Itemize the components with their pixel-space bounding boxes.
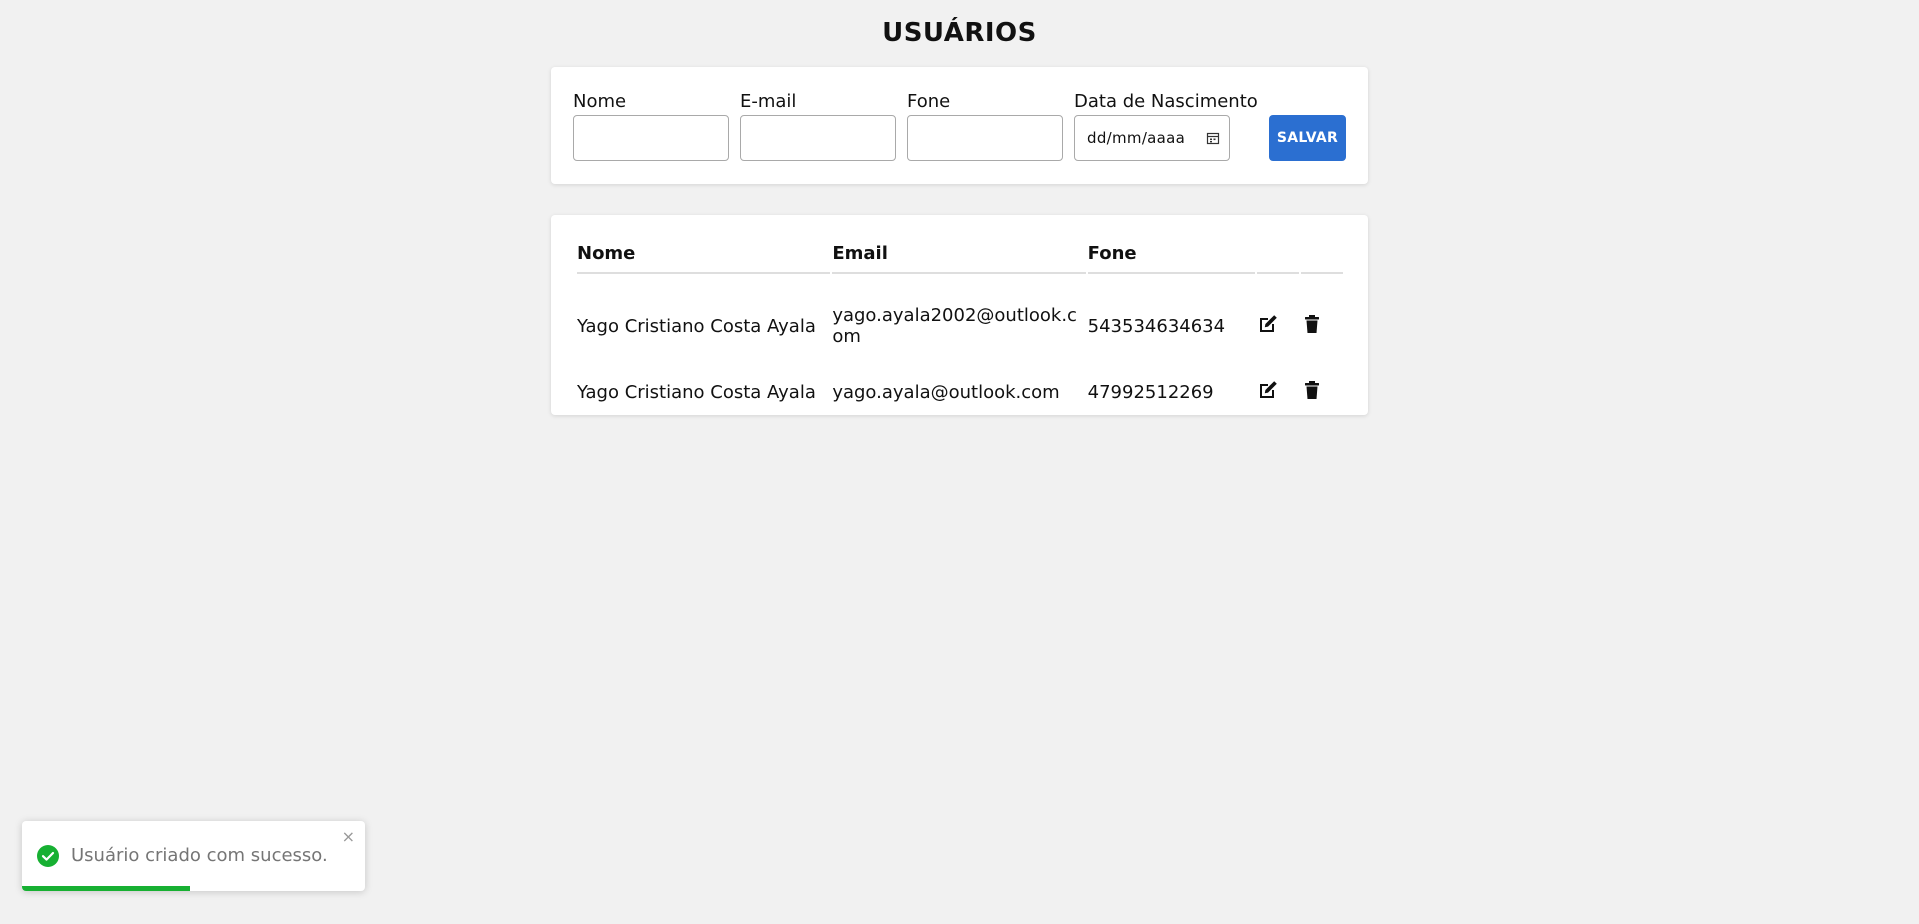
cell-fone: 47992512269: [1087, 381, 1214, 403]
toast-progress-bar: [22, 886, 191, 891]
cell-fone: 543534634634: [1087, 315, 1226, 337]
fone-input[interactable]: [907, 115, 1063, 161]
edit-icon[interactable]: [1257, 313, 1279, 335]
table-row: Yago Cristiano Costa Ayala yago.ayala200…: [577, 274, 1343, 370]
nome-field-group: Nome: [573, 91, 729, 161]
trash-icon[interactable]: [1301, 313, 1323, 335]
cell-edit: [1257, 370, 1299, 414]
cell-nome: Yago Cristiano Costa Ayala: [577, 381, 816, 403]
column-header-email: Email: [832, 239, 1086, 274]
email-label: E-mail: [740, 91, 797, 112]
nascimento-label: Data de Nascimento: [1074, 91, 1258, 112]
nascimento-field-group: Data de Nascimento dd/mm/aaaa: [1074, 91, 1258, 161]
nome-label: Nome: [573, 91, 627, 112]
close-icon[interactable]: ×: [342, 829, 355, 845]
cell-edit: [1257, 274, 1299, 370]
email-input[interactable]: [740, 115, 896, 161]
table-row: Yago Cristiano Costa Ayala yago.ayala@ou…: [577, 370, 1343, 414]
email-field-group: E-mail: [740, 91, 896, 161]
toast-message: Usuário criado com sucesso.: [71, 845, 328, 866]
cell-email: yago.ayala2002@outlook.com: [832, 305, 1077, 347]
users-table: Nome Email Fone Yago Cristiano Costa Aya…: [575, 239, 1345, 414]
nome-input[interactable]: [573, 115, 729, 161]
calendar-icon[interactable]: [1206, 131, 1220, 145]
nascimento-date-input[interactable]: dd/mm/aaaa: [1074, 115, 1230, 161]
trash-icon[interactable]: [1301, 379, 1323, 401]
date-placeholder: dd/mm/aaaa: [1087, 129, 1186, 147]
cell-email: yago.ayala@outlook.com: [832, 381, 1060, 403]
cell-delete: [1301, 274, 1343, 370]
fone-label: Fone: [907, 91, 951, 112]
check-circle-icon: [37, 845, 59, 867]
column-header-delete: [1300, 239, 1343, 274]
table-header-row: Nome Email Fone: [577, 239, 1343, 274]
save-button[interactable]: SALVAR: [1269, 115, 1346, 161]
column-header-fone: Fone: [1087, 239, 1255, 274]
user-form-card: Nome E-mail Fone Data de Nascimento dd/m…: [551, 67, 1368, 184]
column-header-nome: Nome: [577, 239, 831, 274]
cell-nome: Yago Cristiano Costa Ayala: [577, 315, 816, 337]
edit-icon[interactable]: [1257, 379, 1279, 401]
column-header-edit: [1256, 239, 1299, 274]
fone-field-group: Fone: [907, 91, 1063, 161]
page-title: USUÁRIOS: [882, 18, 1037, 48]
success-toast: Usuário criado com sucesso. ×: [22, 821, 365, 891]
cell-delete: [1301, 370, 1343, 414]
users-table-card: Nome Email Fone Yago Cristiano Costa Aya…: [551, 215, 1368, 415]
